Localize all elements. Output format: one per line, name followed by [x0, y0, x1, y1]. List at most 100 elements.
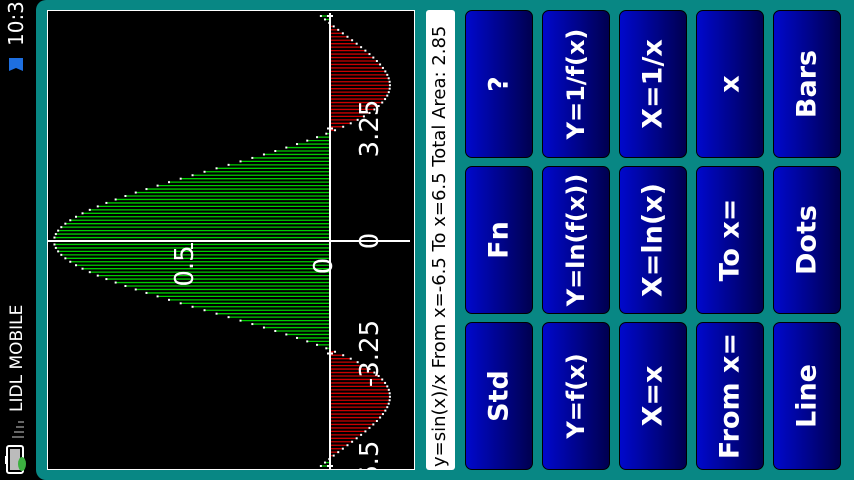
graph-point: [360, 46, 363, 49]
graph-point: [168, 181, 171, 184]
graph-point: [342, 125, 345, 128]
notification-flag-icon: [9, 58, 23, 71]
graph-point: [386, 385, 389, 388]
graph-point: [134, 288, 137, 291]
std-button[interactable]: Std: [465, 322, 533, 470]
graph-point: [316, 343, 319, 346]
graph-area[interactable]: -6.5 -3.25 0 3.25 0.5 0: [47, 10, 415, 470]
graph-point: [375, 420, 378, 422]
graph-point: [368, 426, 371, 429]
graph-point: [388, 80, 391, 83]
graph-canvas: -6.5 -3.25 0 3.25 0.5 0: [48, 13, 410, 470]
to-x-button[interactable]: To x=: [696, 166, 764, 314]
graph-point: [341, 447, 344, 450]
graph-point: [88, 208, 91, 211]
graph-point: [364, 49, 367, 52]
graph-point: [379, 63, 382, 66]
graph-point: [114, 198, 117, 201]
graph-point: [351, 440, 354, 443]
graph-point: [387, 77, 390, 80]
line-button[interactable]: Line: [773, 322, 841, 470]
x-ln-button[interactable]: X=ln(x): [619, 166, 687, 314]
graph-point: [215, 167, 218, 170]
graph-point: [60, 253, 63, 256]
help-button[interactable]: ?: [465, 10, 533, 158]
graph-point: [388, 84, 391, 87]
battery-icon: [5, 445, 26, 474]
graph-point: [203, 170, 206, 173]
graph-label: 0: [309, 258, 339, 275]
x-reciprocal-button[interactable]: X=1/x: [619, 10, 687, 158]
graph-label: 0.5: [170, 245, 200, 286]
graph-point: [332, 454, 335, 457]
graph-point: [323, 461, 326, 464]
graph-point: [360, 433, 363, 436]
bars-button[interactable]: Bars: [773, 10, 841, 158]
graph-point: [325, 347, 328, 350]
graph-point: [334, 350, 337, 353]
dots-button[interactable]: Dots: [773, 166, 841, 314]
graph-point: [346, 35, 349, 38]
graph-point: [54, 246, 57, 249]
graph-label: 3.25: [355, 100, 385, 158]
graph-point: [386, 406, 389, 409]
graph-point: [239, 319, 242, 322]
graph-point: [388, 87, 391, 90]
graph-point: [375, 60, 378, 62]
y-reciprocal-button[interactable]: Y=1/f(x): [542, 10, 610, 158]
graph-point: [381, 66, 384, 69]
graph-point: [74, 264, 77, 267]
graph-point: [351, 39, 354, 42]
y-ln-button[interactable]: Y=ln(f(x)): [542, 166, 610, 314]
graph-point: [346, 444, 349, 447]
graph-point: [81, 267, 84, 270]
graph-point: [285, 146, 288, 149]
graph-point: [349, 122, 352, 125]
graph-point: [134, 191, 137, 194]
graph-point: [306, 139, 309, 142]
graph-point: [341, 32, 344, 35]
from-x-button[interactable]: From x=: [696, 322, 764, 470]
graph-point: [337, 451, 340, 454]
graph-point: [387, 91, 390, 94]
graph-point: [342, 354, 345, 357]
graph-point: [316, 136, 319, 139]
graph-point: [168, 298, 171, 301]
fn-button[interactable]: Fn: [465, 166, 533, 314]
info-bar: y=sin(x)/x From x=-6.5 To x=6.5 Total Ar…: [426, 10, 455, 470]
graph-point: [105, 278, 108, 281]
graph-point: [156, 184, 159, 187]
graph-point: [306, 340, 309, 343]
graph-point: [57, 229, 60, 232]
graph-point: [262, 326, 265, 329]
graph-point: [105, 201, 108, 204]
x-equals-x-button[interactable]: X=x: [619, 322, 687, 470]
graph-point: [384, 70, 387, 73]
graph-point: [384, 409, 387, 412]
graph-point: [355, 437, 358, 440]
graph-point: [325, 132, 328, 135]
graph-point: [179, 177, 182, 180]
graph-point: [54, 233, 57, 236]
graph-point: [227, 163, 230, 166]
y-fx-button[interactable]: Y=f(x): [542, 322, 610, 470]
graph-point: [53, 243, 56, 246]
graph-point: [239, 160, 242, 163]
graph-point: [145, 291, 148, 294]
graph-label: -6.5: [355, 441, 385, 470]
graph-point: [262, 153, 265, 156]
graph-point: [388, 399, 391, 402]
graph-point: [388, 395, 391, 398]
graph-point: [124, 285, 127, 287]
signal-icon: [12, 421, 24, 438]
graph-point: [387, 402, 390, 405]
graph-point: [88, 271, 91, 274]
graph-label: -3.25: [355, 320, 385, 387]
x-button[interactable]: x: [696, 10, 764, 158]
graph-point: [337, 28, 340, 31]
graph-point: [319, 465, 322, 467]
graph-point: [388, 392, 391, 395]
graph-point: [57, 250, 60, 253]
graph-point: [96, 274, 99, 277]
graph-point: [203, 309, 206, 312]
